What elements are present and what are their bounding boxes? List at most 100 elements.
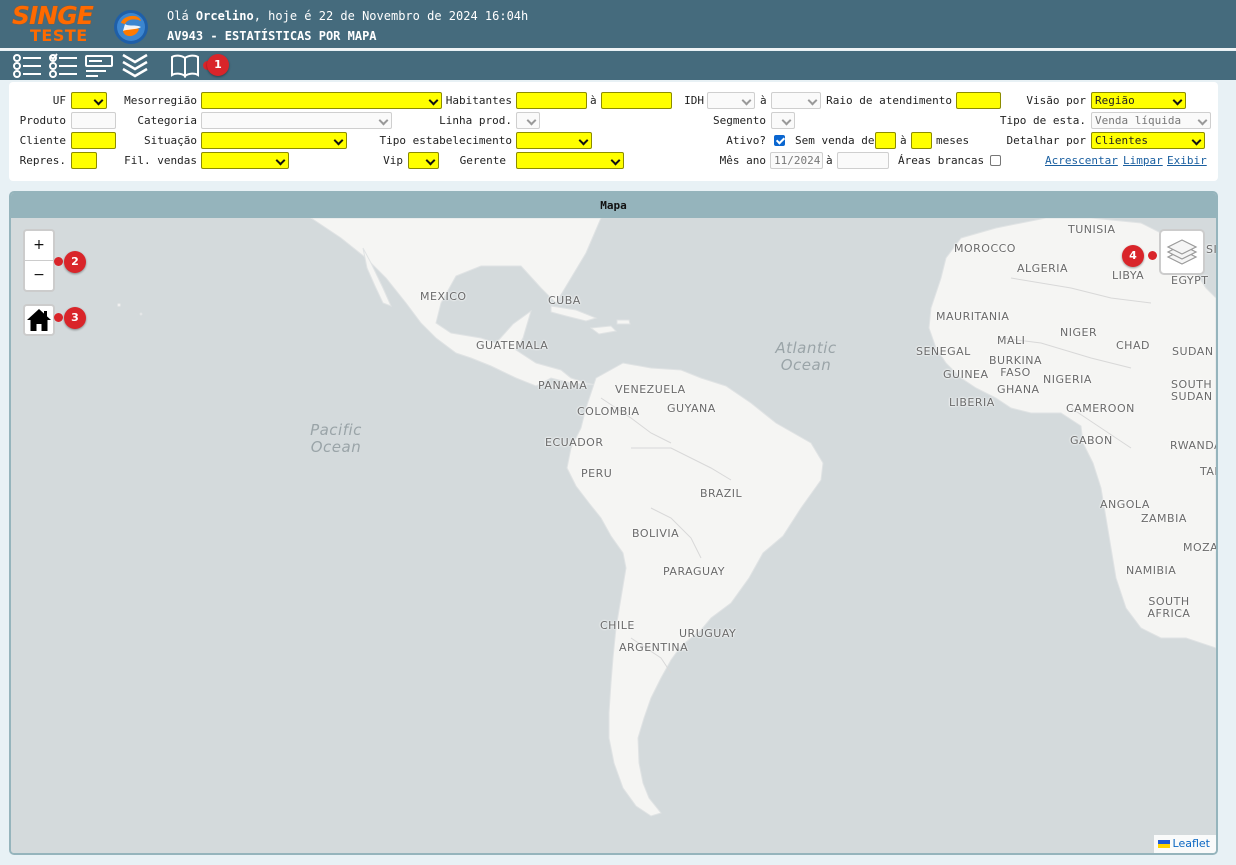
map-label: ALGERIA [1017,262,1069,275]
habitantes-label: Habitantes [445,94,512,107]
mesorregiao-label: Mesorregião [124,94,197,107]
app-emblem-icon [114,10,148,44]
gerente-select[interactable] [516,152,624,169]
book-icon[interactable] [170,53,200,79]
map-label: GHANA [997,383,1040,396]
exibir-link[interactable]: Exibir [1167,154,1207,167]
map-label: LIBYA [1112,269,1145,282]
ativo-label: Ativo? [726,134,766,147]
chevrons-down-icon[interactable] [120,53,150,79]
map-label: NIGERIA [1043,373,1092,386]
uf-select[interactable] [71,92,107,109]
form-icon[interactable] [84,53,114,79]
map-label: CAMEROON [1066,402,1135,415]
map-panel: Mapa Atlantic Ocean Pacific Ocean TUNISI… [9,191,1218,855]
tipo-esta-label: Tipo de esta. [999,114,1086,127]
sem-venda-min-input[interactable] [875,132,896,149]
tipo-estabelecimento-select[interactable] [516,132,592,149]
ocean-label-atlantic: Atlantic Ocean [775,339,837,374]
map-label: PANAMA [538,379,588,392]
acrescentar-link[interactable]: Acrescentar [1045,154,1118,167]
repres-label: Repres. [19,154,66,167]
cliente-input[interactable] [71,132,116,149]
map-label: ECUADOR [545,436,604,449]
visao-label: Visão por [1026,94,1086,107]
map-label: MOROCCO [954,242,1016,255]
segmento-select[interactable] [771,112,795,129]
map-attribution[interactable]: Leaflet [1153,835,1216,853]
home-icon [27,309,51,331]
areas-brancas-label: Áreas brancas [898,154,985,167]
repres-input[interactable] [71,152,97,169]
tipo-estabelecimento-label: Tipo estabelecimento [379,134,512,147]
linha-prod-label: Linha prod. [439,114,512,127]
checklist-icon[interactable] [48,53,78,79]
habitantes-min-input[interactable] [516,92,587,109]
fil-vendas-select[interactable] [201,152,289,169]
areas-brancas-checkbox[interactable] [990,155,1001,166]
map-label: GUATEMALA [476,339,549,352]
map-label: EGYPT [1171,274,1209,287]
vip-select[interactable] [408,152,439,169]
map-label: PERU [581,467,613,480]
ukraine-flag-icon [1157,840,1170,848]
limpar-link[interactable]: Limpar [1123,154,1163,167]
zoom-in-button[interactable]: + [25,231,53,261]
produto-label: Produto [19,114,66,127]
map-land-shapes [117,218,1216,817]
sem-venda-range-label: à [900,134,907,147]
vip-label: Vip [383,154,403,167]
map-label: CUBA [548,294,581,307]
zoom-out-button[interactable]: − [25,261,53,291]
layers-button[interactable] [1159,229,1205,275]
map-label: ZAMBIA [1141,512,1187,525]
map-label: SI [1206,243,1216,256]
tipo-esta-select[interactable]: Venda líquida [1091,112,1211,129]
meses-label: meses [936,134,970,147]
map-label: NAMIBIA [1126,564,1177,577]
logo-singe: SINGE [12,1,94,30]
callout-badge-1: 1 [207,54,229,76]
map-label: RWANDA [1170,439,1216,452]
raio-input[interactable] [956,92,1001,109]
map-label: CHILE [600,619,635,632]
idh-range-label: à [760,94,767,107]
mes-ano-range-label: à [826,154,833,167]
toolbar: 1 [0,51,1236,80]
map-label: BOLIVIA [632,527,680,540]
map-label: SENEGAL [916,345,971,358]
mesorregiao-select[interactable] [201,92,442,109]
raio-label: Raio de atendimento [826,94,952,107]
situacao-select[interactable] [201,132,347,149]
ativo-checkbox[interactable] [774,135,785,146]
habitantes-max-input[interactable] [601,92,672,109]
sem-venda-max-input[interactable] [911,132,932,149]
produto-input[interactable] [71,112,116,129]
mes-ano-start-input[interactable]: 11/2024 [770,152,823,169]
map-label: NIGER [1060,326,1098,339]
map-label: LIBERIA [949,396,995,409]
idh-min-select[interactable] [707,92,755,109]
map-label: GUYANA [667,402,716,415]
leaflet-link[interactable]: Leaflet [1173,837,1210,850]
situacao-label: Situação [144,134,197,147]
idh-max-select[interactable] [771,92,821,109]
home-button[interactable] [23,304,55,336]
detalhar-label: Detalhar por [1006,134,1086,147]
visao-select[interactable]: Região [1091,92,1186,109]
map-label: TAN [1200,465,1216,478]
map-label: GABON [1070,434,1113,447]
list-icon[interactable] [12,53,42,79]
callout-badge-2: 2 [64,251,86,273]
mes-ano-end-input[interactable] [837,152,889,169]
linha-prod-select[interactable] [516,112,540,129]
detalhar-select[interactable]: Clientes [1091,132,1205,149]
callout-pointer [54,257,63,266]
habitantes-range-label: à [590,94,597,107]
map-canvas[interactable]: Atlantic Ocean Pacific Ocean TUNISIA MOR… [11,218,1216,853]
page-title: AV943 - ESTATÍSTICAS POR MAPA [167,29,377,43]
mes-ano-label: Mês ano [719,154,766,167]
categoria-select[interactable] [201,112,392,129]
callout-badge-3: 3 [64,307,86,329]
map-label: GUINEA [943,368,989,381]
